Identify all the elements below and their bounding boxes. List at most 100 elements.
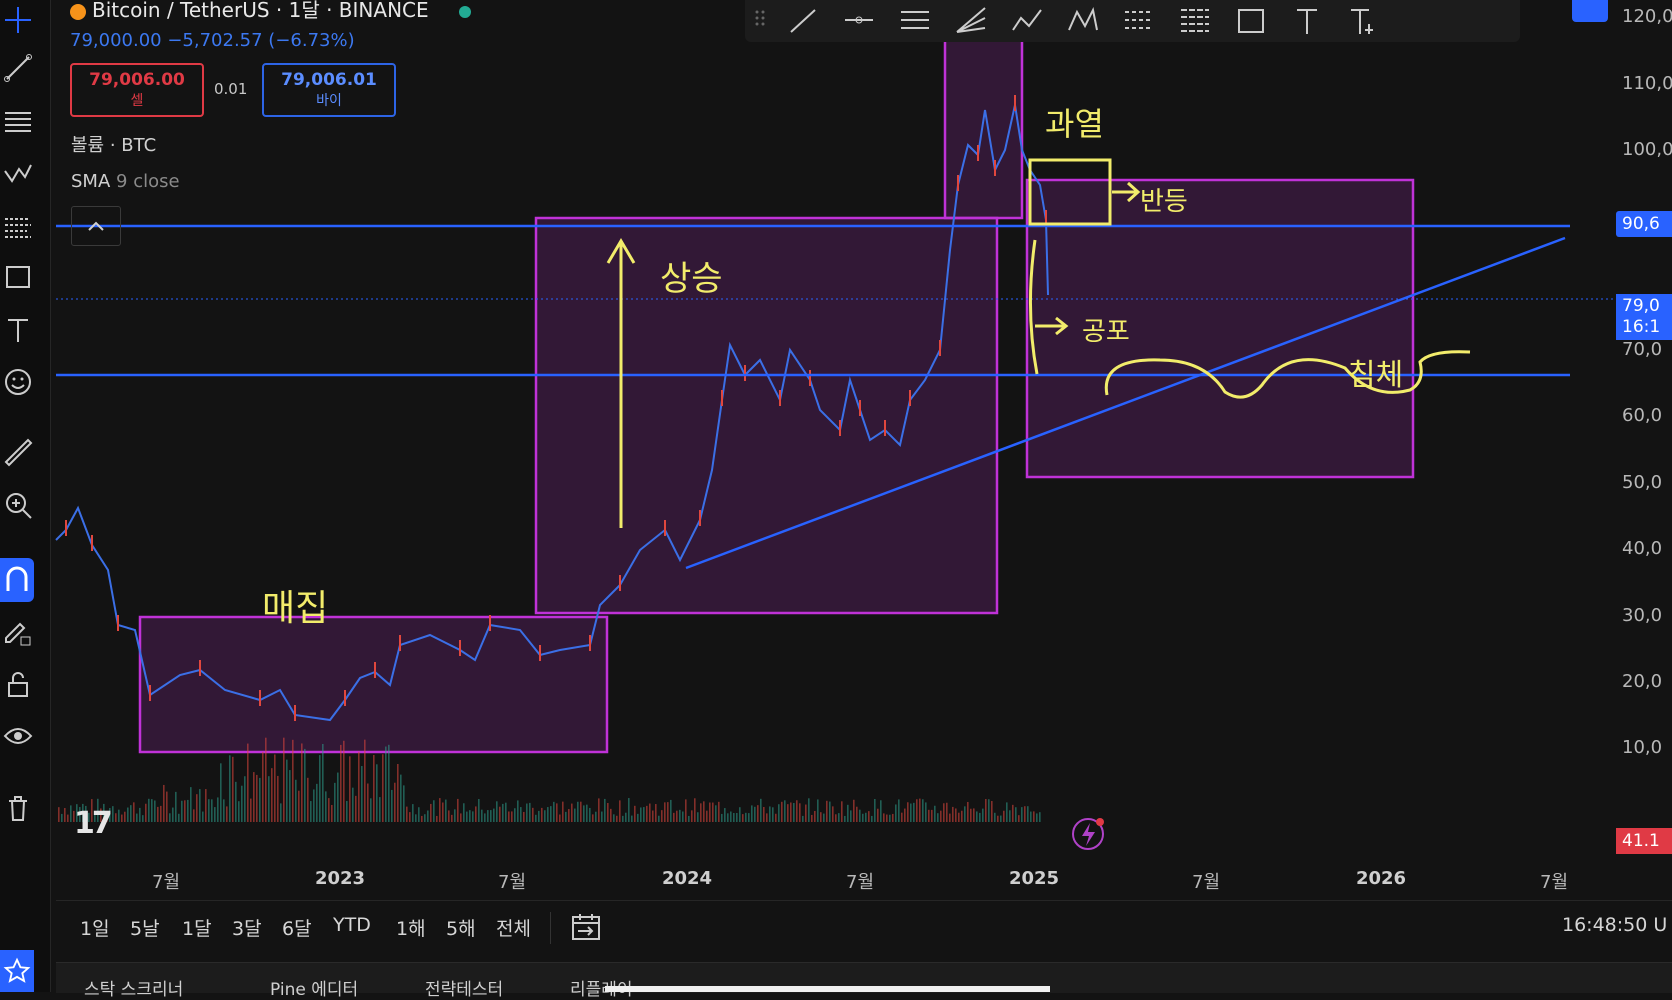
volume-bar	[1030, 811, 1032, 822]
volume-bar	[793, 803, 795, 822]
bolt-icon[interactable]	[1070, 816, 1106, 852]
sell-price: 79,006.00	[89, 70, 185, 90]
volume-bar	[871, 815, 873, 822]
volume-bar	[880, 800, 882, 822]
volume-bar	[238, 801, 240, 822]
trendline-tool-icon[interactable]	[785, 4, 821, 38]
volume-bar	[715, 805, 717, 822]
parallel-channel-icon[interactable]	[897, 4, 933, 38]
volume-bar	[703, 801, 705, 822]
volume-bar	[736, 812, 738, 822]
volume-bar	[562, 801, 564, 822]
rectangle-tool-icon[interactable]	[1233, 4, 1269, 38]
volume-bar	[544, 810, 546, 822]
zigzag-icon[interactable]	[1009, 4, 1045, 38]
volume-bar	[955, 808, 957, 822]
volume-bar	[907, 802, 909, 822]
sell-button[interactable]: 79,006.00 셀	[70, 63, 204, 117]
sma-indicator-label[interactable]: SMA 9 close	[71, 171, 180, 192]
volume-bar	[700, 803, 702, 822]
volume-bar	[757, 805, 759, 822]
calendar-icon[interactable]	[570, 911, 604, 947]
volume-indicator-label[interactable]: 볼륨 · BTC	[71, 131, 156, 157]
tab-screener[interactable]: 스탁 스크리너	[84, 975, 183, 1000]
collapse-legend-button[interactable]	[71, 206, 121, 246]
volume-bar	[553, 801, 555, 822]
bitcoin-icon	[70, 3, 86, 20]
volume-bar	[328, 798, 330, 822]
drag-handle-icon[interactable]	[751, 4, 787, 38]
volume-bar	[466, 811, 468, 822]
volume-bar	[208, 799, 210, 822]
horizontal-ray-icon[interactable]	[841, 4, 877, 38]
volume-bar	[925, 802, 927, 822]
dashed-lines-icon[interactable]	[1121, 4, 1157, 38]
range-button[interactable]: 1달	[182, 914, 212, 941]
range-button[interactable]: 1해	[396, 914, 426, 941]
symbol-title-text: Bitcoin / TetherUS · 1달 · BINANCE	[92, 0, 429, 22]
volume-bar	[667, 802, 669, 822]
volume-bar	[943, 803, 945, 822]
fib-levels-icon[interactable]	[1177, 4, 1213, 38]
volume-bar	[451, 814, 453, 822]
range-button[interactable]: 1일	[80, 914, 110, 941]
symbol-title[interactable]: Bitcoin / TetherUS · 1달 · BINANCE	[70, 0, 471, 23]
volume-bar	[127, 807, 129, 822]
volume-bar	[748, 813, 750, 822]
volume-bar	[343, 740, 345, 822]
volume-bar	[508, 811, 510, 822]
volume-bar	[475, 806, 477, 822]
range-button[interactable]: 3달	[232, 914, 262, 941]
volume-bar	[910, 803, 912, 822]
tab-pine-editor[interactable]: Pine 에디터	[270, 975, 358, 1000]
volume-bar	[835, 814, 837, 822]
volume-bar	[634, 805, 636, 822]
current-price-value: 79,0	[1622, 296, 1660, 316]
volume-bar	[991, 801, 993, 822]
buy-button[interactable]: 79,006.01 바이	[262, 63, 396, 117]
volume-bar	[856, 806, 858, 822]
volume-bar	[67, 814, 69, 822]
tab-strategy-tester[interactable]: 전략테스터	[425, 975, 503, 1000]
range-button[interactable]: 전체	[496, 914, 531, 941]
volume-bar	[928, 809, 930, 822]
price-tick: 100,0	[1622, 139, 1672, 160]
text-tool-icon[interactable]	[1289, 4, 1325, 38]
volume-bar	[397, 764, 399, 822]
chart-lock-button[interactable]	[1572, 0, 1608, 22]
volume-bar	[826, 800, 828, 822]
xabcd-icon[interactable]	[1065, 4, 1101, 38]
volume-bar	[421, 815, 423, 822]
price-tick: 110,0	[1622, 73, 1672, 94]
volume-bar	[535, 814, 537, 822]
range-button[interactable]: 5해	[446, 914, 476, 941]
volume-bar	[310, 801, 312, 822]
range-button[interactable]: 6달	[282, 914, 312, 941]
volume-bar	[643, 807, 645, 822]
volume-bar	[289, 770, 291, 822]
range-button[interactable]: YTD	[333, 914, 371, 936]
time-tick: 2023	[314, 868, 366, 889]
volume-bar	[1024, 806, 1026, 822]
volume-bar	[976, 811, 978, 822]
clock[interactable]: 16:48:50 U	[1562, 914, 1667, 936]
price-chart[interactable]: 매집 상승 과열반등공포침체	[0, 0, 1672, 992]
volume-bar	[313, 789, 315, 822]
volume-bar	[940, 810, 942, 822]
time-tick: 7월	[497, 872, 527, 893]
price-axis[interactable]	[1616, 0, 1672, 900]
volume-bar	[679, 809, 681, 822]
fib-fan-icon[interactable]	[953, 4, 989, 38]
range-button[interactable]: 5날	[130, 914, 160, 941]
sell-label: 셀	[130, 93, 144, 109]
volume-bar	[565, 811, 567, 822]
volume-bar	[355, 795, 357, 822]
volume-bar	[484, 813, 486, 822]
volume-bar	[304, 748, 306, 822]
volume-bar	[394, 782, 396, 822]
anchored-text-icon[interactable]	[1345, 4, 1381, 38]
volume-bar	[970, 808, 972, 822]
volume-bar	[118, 809, 120, 822]
volume-bar	[985, 799, 987, 822]
volume-bar	[358, 751, 360, 822]
